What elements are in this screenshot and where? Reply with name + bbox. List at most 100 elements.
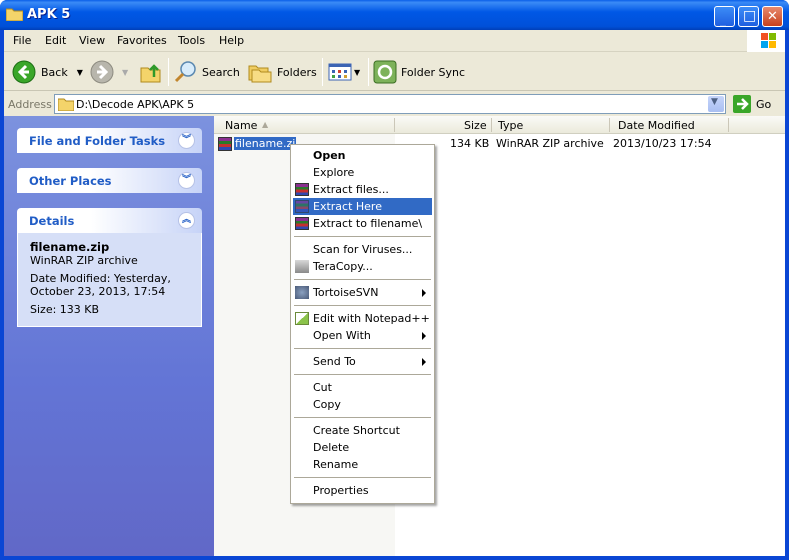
tortoisesvn-icon [295, 286, 309, 299]
menu-item-label: Rename [313, 458, 359, 471]
details-body: filename.zip WinRAR ZIP archive Date Mod… [17, 233, 202, 327]
chevron-down-icon[interactable]: ︾ [178, 172, 195, 189]
file-folder-tasks-panel: File and Folder Tasks ︾ [17, 128, 202, 153]
other-places-panel: Other Places ︾ [17, 168, 202, 193]
panel-header[interactable]: Details ︽ [17, 208, 202, 233]
menu-item-copy[interactable]: Copy [293, 396, 432, 413]
submenu-arrow-icon [422, 358, 426, 366]
column-header-type[interactable]: Type [498, 119, 523, 132]
menu-item-label: Extract files... [313, 183, 389, 196]
menu-item-open[interactable]: Open [293, 147, 432, 164]
search-button[interactable]: Search [174, 59, 240, 85]
column-header-size[interactable]: Size [464, 119, 487, 132]
folder-sync-label: Folder Sync [401, 65, 466, 79]
menu-separator [294, 477, 431, 478]
details-date-line1: Date Modified: Yesterday, [30, 272, 171, 285]
menu-item-delete[interactable]: Delete [293, 439, 432, 456]
column-separator[interactable] [491, 118, 492, 132]
menu-item-label: Delete [313, 441, 350, 454]
panel-title: File and Folder Tasks [29, 134, 166, 148]
notepadpp-icon [295, 312, 309, 325]
title-bar[interactable]: APK 5 _ □ ✕ [0, 0, 789, 30]
menu-item-label: Send To [313, 355, 356, 368]
menu-item-rename[interactable]: Rename [293, 456, 432, 473]
up-folder-icon [140, 64, 161, 83]
minimize-button[interactable]: _ [714, 6, 735, 27]
column-separator[interactable] [728, 118, 729, 132]
folders-button[interactable]: Folders [248, 59, 317, 85]
menu-item-cut[interactable]: Cut [293, 379, 432, 396]
file-date: 2013/10/23 17:54 [613, 137, 712, 150]
menu-item-label: Open With [313, 329, 371, 342]
back-dropdown-icon[interactable]: ▼ [77, 68, 83, 77]
menu-separator [294, 374, 431, 375]
menu-bar: File Edit View Favorites Tools Help [4, 30, 785, 52]
file-size: 134 KB [450, 137, 490, 150]
submenu-arrow-icon [422, 289, 426, 297]
menu-item-teracopy[interactable]: TeraCopy... [293, 258, 432, 275]
details-filename: filename.zip [30, 240, 110, 254]
views-dropdown-icon: ▼ [354, 67, 361, 77]
menu-item-label: Create Shortcut [313, 424, 400, 437]
menu-item-explore[interactable]: Explore [293, 164, 432, 181]
address-value: D:\Decode APK\APK 5 [76, 98, 195, 111]
menu-item-extract-to-filename[interactable]: Extract to filename\ [293, 215, 432, 232]
close-button[interactable]: ✕ [762, 6, 783, 27]
chevron-up-icon[interactable]: ︽ [178, 212, 195, 229]
menu-help[interactable]: Help [219, 34, 244, 47]
menu-item-label: TeraCopy... [313, 260, 373, 273]
task-pane: File and Folder Tasks ︾ Other Places ︾ D… [4, 116, 214, 556]
menu-item-create-shortcut[interactable]: Create Shortcut [293, 422, 432, 439]
file-type: WinRAR ZIP archive [496, 137, 604, 150]
menu-file[interactable]: File [13, 34, 31, 47]
details-panel: Details ︽ filename.zip WinRAR ZIP archiv… [17, 208, 202, 327]
menu-separator [294, 279, 431, 280]
toolbar-separator [168, 58, 169, 86]
go-button[interactable]: Go [733, 94, 783, 114]
address-label: Address [8, 98, 52, 111]
menu-item-properties[interactable]: Properties [293, 482, 432, 499]
maximize-button[interactable]: □ [738, 6, 759, 27]
go-arrow-icon [733, 95, 751, 113]
column-separator[interactable] [394, 118, 395, 132]
toolbar-separator [368, 58, 369, 86]
menu-tools[interactable]: Tools [178, 34, 205, 47]
menu-item-tortoisesvn[interactable]: TortoiseSVN [293, 284, 432, 301]
address-input[interactable]: D:\Decode APK\APK 5 ▼ [54, 94, 726, 114]
menu-favorites[interactable]: Favorites [117, 34, 167, 47]
menu-item-label: Cut [313, 381, 332, 394]
menu-edit[interactable]: Edit [45, 34, 66, 47]
menu-item-send-to[interactable]: Send To [293, 353, 432, 370]
window-title: APK 5 [27, 7, 71, 22]
address-dropdown-button[interactable]: ▼ [708, 96, 724, 112]
chevron-down-icon[interactable]: ︾ [178, 132, 195, 149]
back-button[interactable]: Back ▼ [12, 59, 83, 85]
menu-separator [294, 348, 431, 349]
address-bar: Address D:\Decode APK\APK 5 ▼ Go [4, 92, 785, 116]
views-button[interactable]: ▼ [328, 59, 360, 85]
search-label: Search [202, 65, 240, 79]
menu-item-edit-with-notepad[interactable]: Edit with Notepad++ [293, 310, 432, 327]
menu-view[interactable]: View [79, 34, 105, 47]
forward-button[interactable]: ▼ [90, 59, 128, 85]
context-menu: Open Explore Extract files... Extract Here E… [290, 144, 435, 504]
panel-header[interactable]: File and Folder Tasks ︾ [17, 128, 202, 153]
menu-item-label: Open [313, 149, 346, 162]
column-separator[interactable] [609, 118, 610, 132]
menu-item-label: Properties [313, 484, 369, 497]
folders-icon [248, 65, 272, 83]
menu-item-scan-for-viruses[interactable]: Scan for Viruses... [293, 241, 432, 258]
column-header-date-modified[interactable]: Date Modified [618, 119, 695, 132]
menu-item-extract-here[interactable]: Extract Here [293, 198, 432, 215]
menu-item-open-with[interactable]: Open With [293, 327, 432, 344]
sort-ascending-icon: ▲ [262, 120, 269, 129]
menu-item-extract-files[interactable]: Extract files... [293, 181, 432, 198]
toolbar: Back ▼ ▼ Search Folders ▼ Folder Sync [4, 53, 785, 91]
folders-label: Folders [277, 65, 317, 79]
panel-header[interactable]: Other Places ︾ [17, 168, 202, 193]
folder-sync-button[interactable]: Folder Sync [373, 59, 465, 85]
up-folder-button[interactable] [140, 59, 162, 85]
menu-item-label: Scan for Viruses... [313, 243, 413, 256]
details-size: Size: 133 KB [30, 303, 100, 316]
column-header-name[interactable]: Name [225, 119, 257, 132]
